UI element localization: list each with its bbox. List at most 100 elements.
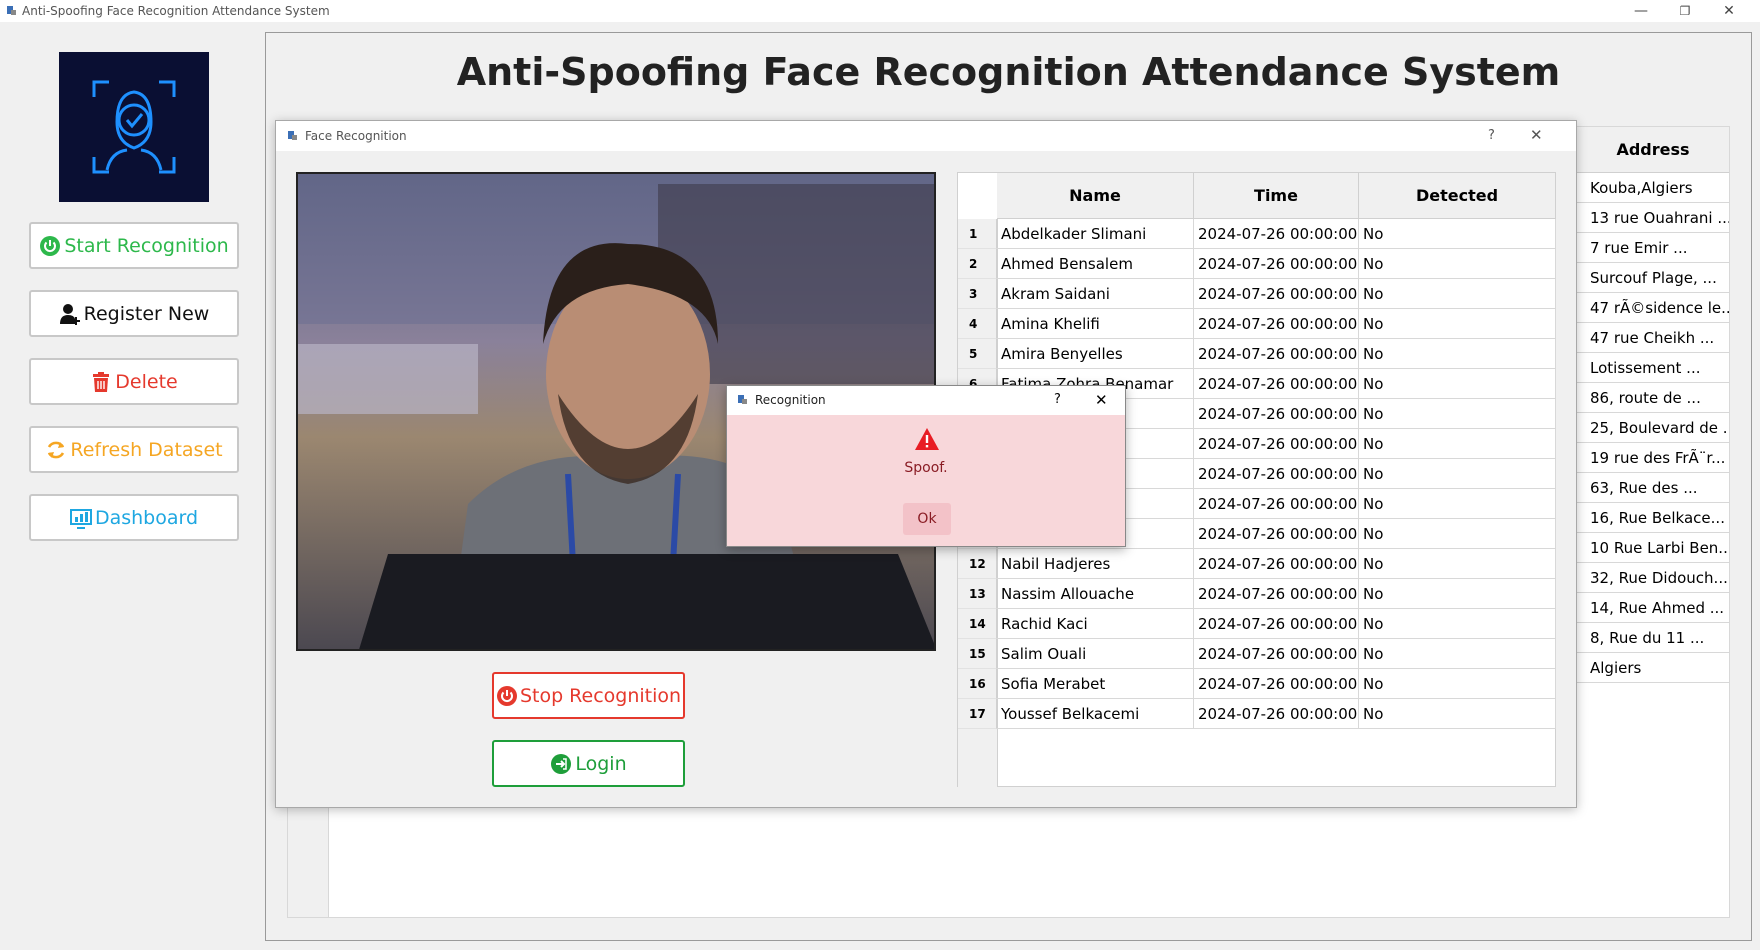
dialog-title: Face Recognition [305,129,407,143]
power-icon [496,685,517,706]
time-cell[interactable]: 2024-07-26 00:00:00 [1194,279,1359,309]
detected-cell[interactable]: No [1359,399,1556,429]
time-cell[interactable]: 2024-07-26 00:00:00 [1194,489,1359,519]
name-cell[interactable]: Salim Ouali [997,639,1194,669]
name-cell[interactable]: Youssef Belkacemi [997,699,1194,729]
login-button[interactable]: Login [492,740,685,787]
restore-button[interactable]: ❐ [1664,0,1706,22]
table-row[interactable]: 17 Youssef Belkacemi 2024-07-26 00:00:00 No [958,699,1556,729]
table-row[interactable]: 13 Nassim Allouache 2024-07-26 00:00:00 No [958,579,1556,609]
detected-cell[interactable]: No [1359,639,1556,669]
address-cell[interactable]: Lotissement ... [1576,353,1729,383]
name-cell[interactable]: Sofia Merabet [997,669,1194,699]
table-row[interactable]: 15 Salim Ouali 2024-07-26 00:00:00 No [958,639,1556,669]
start-recognition-button[interactable]: Start Recognition [29,222,239,269]
time-cell[interactable]: 2024-07-26 00:00:00 [1194,219,1359,249]
address-cell[interactable]: 47 rÃ©sidence le... [1576,293,1729,323]
detected-cell[interactable]: No [1359,489,1556,519]
table-row[interactable]: 2 Ahmed Bensalem 2024-07-26 00:00:00 No [958,249,1556,279]
dialog-close-button[interactable]: ✕ [1530,126,1543,144]
detected-cell[interactable]: No [1359,279,1556,309]
time-cell[interactable]: 2024-07-26 00:00:00 [1194,459,1359,489]
address-cell[interactable]: Algiers [1576,653,1729,683]
dashboard-button[interactable]: Dashboard [29,494,239,541]
detected-cell[interactable]: No [1359,369,1556,399]
address-cell[interactable]: Kouba,Algiers [1576,173,1729,203]
message-box-help-button[interactable]: ? [1054,392,1061,407]
row-number: 3 [958,279,997,309]
name-cell[interactable]: Amira Benyelles [997,339,1194,369]
time-cell[interactable]: 2024-07-26 00:00:00 [1194,429,1359,459]
table-row[interactable]: 3 Akram Saidani 2024-07-26 00:00:00 No [958,279,1556,309]
table-row[interactable]: 1 Abdelkader Slimani 2024-07-26 00:00:00 No [958,219,1556,249]
table-row[interactable]: 14 Rachid Kaci 2024-07-26 00:00:00 No [958,609,1556,639]
time-cell[interactable]: 2024-07-26 00:00:00 [1194,309,1359,339]
address-cell[interactable]: 32, Rue Didouch... [1576,563,1729,593]
detected-cell[interactable]: No [1359,459,1556,489]
time-cell[interactable]: 2024-07-26 00:00:00 [1194,579,1359,609]
address-cell[interactable]: 25, Boulevard de ... [1576,413,1729,443]
address-cell[interactable]: 47 rue Cheikh ... [1576,323,1729,353]
detected-cell[interactable]: No [1359,549,1556,579]
message-box-close-button[interactable]: ✕ [1095,391,1108,409]
table-row[interactable]: 16 Sofia Merabet 2024-07-26 00:00:00 No [958,669,1556,699]
detected-cell[interactable]: No [1359,219,1556,249]
address-cell[interactable]: 14, Rue Ahmed ... [1576,593,1729,623]
detected-cell[interactable]: No [1359,669,1556,699]
minimize-button[interactable]: — [1620,0,1662,22]
name-cell[interactable]: Nassim Allouache [997,579,1194,609]
table-row[interactable]: 12 Nabil Hadjeres 2024-07-26 00:00:00 No [958,549,1556,579]
time-column-header[interactable]: Time [1194,173,1359,219]
time-cell[interactable]: 2024-07-26 00:00:00 [1194,549,1359,579]
delete-button[interactable]: Delete [29,358,239,405]
address-cell[interactable]: 19 rue des FrÃ¨r... [1576,443,1729,473]
detected-cell[interactable]: No [1359,609,1556,639]
detected-cell[interactable]: No [1359,579,1556,609]
address-cell[interactable]: Surcouf Plage, ... [1576,263,1729,293]
address-cell[interactable]: 8, Rue du 11 ... [1576,623,1729,653]
refresh-dataset-button[interactable]: Refresh Dataset [29,426,239,473]
time-cell[interactable]: 2024-07-26 00:00:00 [1194,669,1359,699]
table-row[interactable]: 5 Amira Benyelles 2024-07-26 00:00:00 No [958,339,1556,369]
detected-column-header[interactable]: Detected [1359,173,1556,219]
ok-button[interactable]: Ok [903,503,951,535]
time-cell[interactable]: 2024-07-26 00:00:00 [1194,249,1359,279]
time-cell[interactable]: 2024-07-26 00:00:00 [1194,519,1359,549]
row-number: 16 [958,669,997,699]
name-column-header[interactable]: Name [997,173,1194,219]
address-cell[interactable]: 10 Rue Larbi Ben... [1576,533,1729,563]
time-cell[interactable]: 2024-07-26 00:00:00 [1194,399,1359,429]
detected-cell[interactable]: No [1359,699,1556,729]
warning-icon [915,428,939,450]
address-cell[interactable]: 13 rue Ouahrani ... [1576,203,1729,233]
time-cell[interactable]: 2024-07-26 00:00:00 [1194,609,1359,639]
address-cell[interactable]: 63, Rue des ... [1576,473,1729,503]
name-cell[interactable]: Nabil Hadjeres [997,549,1194,579]
register-new-button[interactable]: Register New [29,290,239,337]
detected-cell[interactable]: No [1359,249,1556,279]
name-cell[interactable]: Akram Saidani [997,279,1194,309]
recognition-message-box: Recognition ? ✕ Spoof. Ok [726,385,1126,547]
time-cell[interactable]: 2024-07-26 00:00:00 [1194,339,1359,369]
name-cell[interactable]: Abdelkader Slimani [997,219,1194,249]
stop-recognition-label: Stop Recognition [519,684,682,707]
detected-cell[interactable]: No [1359,339,1556,369]
help-button[interactable]: ? [1488,128,1495,143]
table-row[interactable]: 4 Amina Khelifi 2024-07-26 00:00:00 No [958,309,1556,339]
detected-cell[interactable]: No [1359,519,1556,549]
time-cell[interactable]: 2024-07-26 00:00:00 [1194,639,1359,669]
time-cell[interactable]: 2024-07-26 00:00:00 [1194,699,1359,729]
address-column-header[interactable]: Address [1576,127,1729,173]
name-cell[interactable]: Ahmed Bensalem [997,249,1194,279]
close-button[interactable]: ✕ [1708,0,1750,22]
detected-cell[interactable]: No [1359,429,1556,459]
time-cell[interactable]: 2024-07-26 00:00:00 [1194,369,1359,399]
detected-cell[interactable]: No [1359,309,1556,339]
stop-recognition-button[interactable]: Stop Recognition [492,672,685,719]
address-cell[interactable]: 7 rue Emir ... [1576,233,1729,263]
name-cell[interactable]: Amina Khelifi [997,309,1194,339]
window-title: Anti-Spoofing Face Recognition Attendanc… [22,4,330,18]
address-cell[interactable]: 16, Rue Belkace... [1576,503,1729,533]
name-cell[interactable]: Rachid Kaci [997,609,1194,639]
address-cell[interactable]: 86, route de ... [1576,383,1729,413]
